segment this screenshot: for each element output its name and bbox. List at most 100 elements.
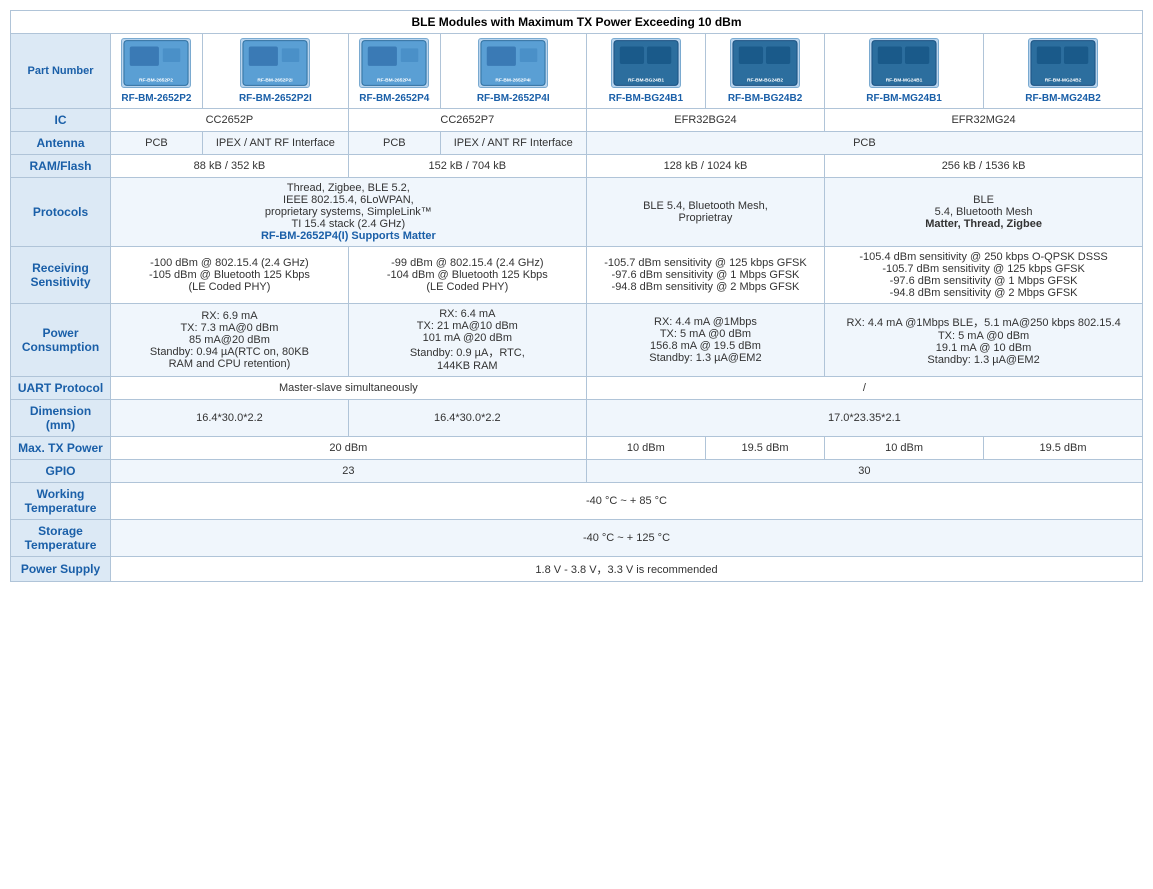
antenna-12: IPEX / ANT RF Interface bbox=[202, 132, 348, 155]
gpio-col2: 30 bbox=[586, 460, 1142, 483]
tx-col1: 20 dBm bbox=[111, 437, 587, 460]
tx-bg24b2: 19.5 dBm bbox=[705, 437, 824, 460]
img-mg24b2: RF-BM-MG24B2 bbox=[1028, 38, 1098, 88]
part-num-5: RF-BM-BG24B2 bbox=[712, 93, 818, 104]
label-power-supply: Power Supply bbox=[11, 557, 111, 582]
label-power-consumption: Power Consumption bbox=[11, 304, 111, 377]
ic-col2: CC2652P7 bbox=[348, 109, 586, 132]
protocols-col1-text: Thread, Zigbee, BLE 5.2, IEEE 802.15.4, … bbox=[117, 182, 580, 230]
gpio-col1: 23 bbox=[111, 460, 587, 483]
col-bg24b1: RF-BM-BG24B1 RF-BM-BG24B1 bbox=[586, 34, 705, 109]
table-title: BLE Modules with Maximum TX Power Exceed… bbox=[11, 11, 1143, 34]
svg-text:RF-BM-MG24B1: RF-BM-MG24B1 bbox=[886, 77, 923, 83]
recv-col4: -105.4 dBm sensitivity @ 250 kbps O-QPSK… bbox=[825, 247, 1143, 304]
ram-col4: 256 kB / 1536 kB bbox=[825, 155, 1143, 178]
antenna-11: PCB bbox=[111, 132, 203, 155]
pwr-col4-text: RX: 4.4 mA @1Mbps BLE，5.1 mA@250 kbps 80… bbox=[831, 314, 1136, 366]
comparison-table: BLE Modules with Maximum TX Power Exceed… bbox=[10, 10, 1143, 582]
dim-col3: 17.0*23.35*2.1 bbox=[586, 400, 1142, 437]
dim-col2: 16.4*30.0*2.2 bbox=[348, 400, 586, 437]
col-2652p2: RF-BM-2652P2 RF-BM-2652P2 bbox=[111, 34, 203, 109]
img-2652p4i: RF-BM-2652P4I bbox=[478, 38, 548, 88]
part-num-4: RF-BM-BG24B1 bbox=[593, 93, 699, 104]
ram-col3: 128 kB / 1024 kB bbox=[586, 155, 824, 178]
img-2652p4: RF-BM-2652P4 bbox=[359, 38, 429, 88]
label-uart-protocol: UART Protocol bbox=[11, 377, 111, 400]
pwr-col1: RX: 6.9 mA TX: 7.3 mA@0 dBm 85 mA@20 dBm… bbox=[111, 304, 349, 377]
label-part-number: Part Number bbox=[11, 34, 111, 109]
protocols-col1-bold: RF-BM-2652P4(I) Supports Matter bbox=[117, 230, 580, 242]
svg-text:RF-BM-BG24B1: RF-BM-BG24B1 bbox=[628, 77, 664, 83]
pwr-col2: RX: 6.4 mA TX: 21 mA@10 dBm 101 mA @20 d… bbox=[348, 304, 586, 377]
storage-temp-value: -40 °C ~ + 125 °C bbox=[111, 520, 1143, 557]
protocols-col3: BLE5.4, Bluetooth MeshMatter, Thread, Zi… bbox=[825, 178, 1143, 247]
ram-col1: 88 kB / 352 kB bbox=[111, 155, 349, 178]
label-max-tx-power: Max. TX Power bbox=[11, 437, 111, 460]
protocols-col2-text: BLE 5.4, Bluetooth Mesh, Proprietray bbox=[593, 200, 818, 224]
img-2652p2i: RF-BM-2652P2I bbox=[240, 38, 310, 88]
label-antenna: Antenna bbox=[11, 132, 111, 155]
antenna-22: IPEX / ANT RF Interface bbox=[440, 132, 586, 155]
part-num-2: RF-BM-2652P4 bbox=[355, 93, 434, 104]
protocols-col2: BLE 5.4, Bluetooth Mesh, Proprietray bbox=[586, 178, 824, 247]
recv-col3: -105.7 dBm sensitivity @ 125 kbps GFSK -… bbox=[586, 247, 824, 304]
part-num-6: RF-BM-MG24B1 bbox=[831, 93, 977, 104]
svg-text:RF-BM-2652P4: RF-BM-2652P4 bbox=[377, 77, 411, 83]
tx-mg24b2: 19.5 dBm bbox=[984, 437, 1143, 460]
recv-col3-text: -105.7 dBm sensitivity @ 125 kbps GFSK -… bbox=[593, 257, 818, 293]
img-2652p2: RF-BM-2652P2 bbox=[121, 38, 191, 88]
col-mg24b1: RF-BM-MG24B1 RF-BM-MG24B1 bbox=[825, 34, 984, 109]
uart-col2: / bbox=[586, 377, 1142, 400]
label-working-temp: Working Temperature bbox=[11, 483, 111, 520]
part-num-0: RF-BM-2652P2 bbox=[117, 93, 196, 104]
label-dimension: Dimension (mm) bbox=[11, 400, 111, 437]
title-text: BLE Modules with Maximum TX Power Exceed… bbox=[411, 15, 741, 29]
antenna-22-text: IPEX / ANT RF Interface bbox=[454, 137, 573, 149]
pwr-col1-text: RX: 6.9 mA TX: 7.3 mA@0 dBm 85 mA@20 dBm… bbox=[117, 310, 342, 370]
tx-mg24b1: 10 dBm bbox=[825, 437, 984, 460]
recv-col2: -99 dBm @ 802.15.4 (2.4 GHz) -104 dBm @ … bbox=[348, 247, 586, 304]
recv-col4-text: -105.4 dBm sensitivity @ 250 kbps O-QPSK… bbox=[831, 251, 1136, 299]
protocols-col1: Thread, Zigbee, BLE 5.2, IEEE 802.15.4, … bbox=[111, 178, 587, 247]
ram-col2: 152 kB / 704 kB bbox=[348, 155, 586, 178]
power-supply-value: 1.8 V - 3.8 V，3.3 V is recommended bbox=[111, 557, 1143, 582]
recv-col1: -100 dBm @ 802.15.4 (2.4 GHz) -105 dBm @… bbox=[111, 247, 349, 304]
svg-text:RF-BM-2652P4I: RF-BM-2652P4I bbox=[496, 77, 532, 83]
ic-col3: EFR32BG24 bbox=[586, 109, 824, 132]
antenna-col3: PCB bbox=[586, 132, 1142, 155]
svg-text:RF-BM-BG24B2: RF-BM-BG24B2 bbox=[747, 77, 783, 83]
col-mg24b2: RF-BM-MG24B2 RF-BM-MG24B2 bbox=[984, 34, 1143, 109]
protocols-col3-text: BLE5.4, Bluetooth MeshMatter, Thread, Zi… bbox=[831, 194, 1136, 230]
svg-text:RF-BM-2652P2I: RF-BM-2652P2I bbox=[258, 77, 294, 83]
col-bg24b2: RF-BM-BG24B2 RF-BM-BG24B2 bbox=[705, 34, 824, 109]
recv-col1-text: -100 dBm @ 802.15.4 (2.4 GHz) -105 dBm @… bbox=[117, 257, 342, 293]
pwr-col4: RX: 4.4 mA @1Mbps BLE，5.1 mA@250 kbps 80… bbox=[825, 304, 1143, 377]
dim-col1: 16.4*30.0*2.2 bbox=[111, 400, 349, 437]
part-num-3: RF-BM-2652P4I bbox=[447, 93, 580, 104]
svg-text:RF-BM-MG24B2: RF-BM-MG24B2 bbox=[1045, 77, 1082, 83]
img-bg24b1: RF-BM-BG24B1 bbox=[611, 38, 681, 88]
tx-bg24b1: 10 dBm bbox=[586, 437, 705, 460]
working-temp-value: -40 °C ~ + 85 °C bbox=[111, 483, 1143, 520]
label-receiving-sensitivity: Receiving Sensitivity bbox=[11, 247, 111, 304]
label-ram-flash: RAM/Flash bbox=[11, 155, 111, 178]
img-mg24b1: RF-BM-MG24B1 bbox=[869, 38, 939, 88]
label-ic: IC bbox=[11, 109, 111, 132]
part-num-7: RF-BM-MG24B2 bbox=[990, 93, 1136, 104]
pwr-col3-text: RX: 4.4 mA @1Mbps TX: 5 mA @0 dBm 156.8 … bbox=[593, 316, 818, 364]
label-storage-temp: Storage Temperature bbox=[11, 520, 111, 557]
pwr-col3: RX: 4.4 mA @1Mbps TX: 5 mA @0 dBm 156.8 … bbox=[586, 304, 824, 377]
label-protocols: Protocols bbox=[11, 178, 111, 247]
recv-col2-text: -99 dBm @ 802.15.4 (2.4 GHz) -104 dBm @ … bbox=[355, 257, 580, 293]
antenna-21: PCB bbox=[348, 132, 440, 155]
svg-text:RF-BM-2652P2: RF-BM-2652P2 bbox=[139, 77, 173, 83]
ic-col4: EFR32MG24 bbox=[825, 109, 1143, 132]
ic-col1: CC2652P bbox=[111, 109, 349, 132]
antenna-12-text: IPEX / ANT RF Interface bbox=[216, 137, 335, 149]
col-2652p4: RF-BM-2652P4 RF-BM-2652P4 bbox=[348, 34, 440, 109]
uart-col1: Master-slave simultaneously bbox=[111, 377, 587, 400]
col-2652p2i: RF-BM-2652P2I RF-BM-2652P2I bbox=[202, 34, 348, 109]
part-num-1: RF-BM-2652P2I bbox=[209, 93, 342, 104]
label-gpio: GPIO bbox=[11, 460, 111, 483]
col-2652p4i: RF-BM-2652P4I RF-BM-2652P4I bbox=[440, 34, 586, 109]
